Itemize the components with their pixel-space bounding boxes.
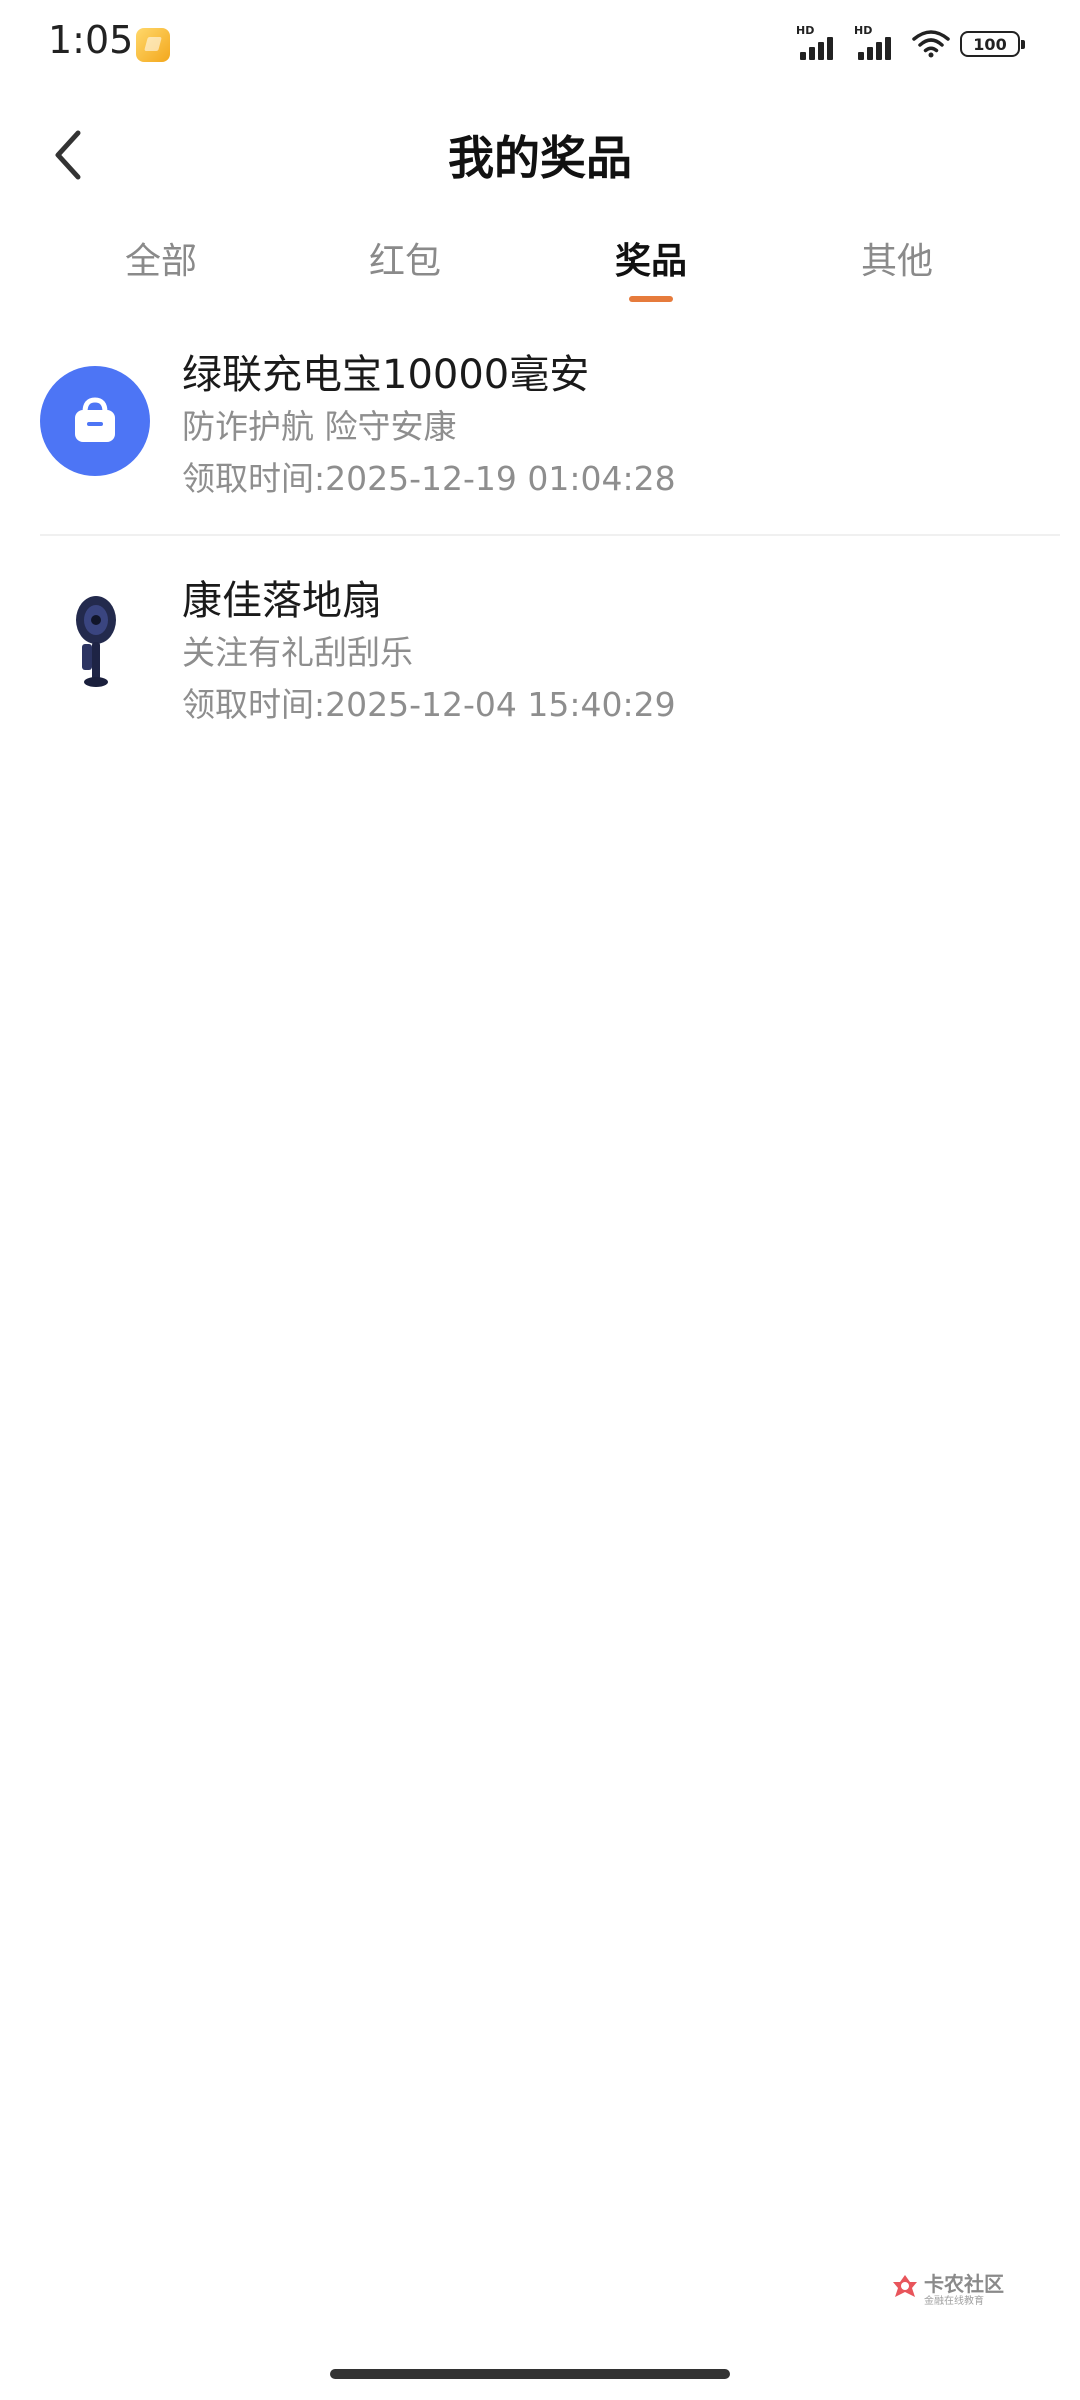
floor-fan-icon [40,590,150,700]
note-icon [136,28,170,62]
tab-other[interactable]: 其他 [797,232,997,284]
status-icons: HD HD 100 [796,24,1025,60]
tab-red-packet[interactable]: 红包 [305,232,505,284]
prize-name: 绿联充电宝10000毫安 [182,352,590,398]
list-item[interactable]: 绿联充电宝10000毫安 防诈护航 险守安康 领取时间:2025-12-19 0… [0,330,1080,550]
prize-claim-time: 领取时间:2025-12-19 01:04:28 [182,459,676,498]
home-indicator[interactable] [330,2369,730,2379]
watermark: 卡农社区 金融在线教育 [890,2268,1020,2310]
status-time: 1:05 [48,18,134,62]
page-title: 我的奖品 [448,131,632,185]
signal-hd-label: HD [854,24,873,37]
divider [40,534,1060,536]
tab-all[interactable]: 全部 [61,232,261,284]
battery-icon: 100 [960,31,1025,57]
wifi-icon [912,30,950,58]
prize-claim-time: 领取时间:2025-12-04 15:40:29 [182,685,676,724]
signal-hd-label: HD [796,24,815,37]
watermark-logo-icon [893,2275,917,2297]
prize-description: 关注有礼刮刮乐 [182,633,413,672]
tab-prizes[interactable]: 奖品 [551,232,751,284]
signal-icon: HD [796,24,844,60]
prize-description: 防诈护航 险守安康 [182,407,457,446]
status-bar: 1:05 HD HD 100 [0,0,1080,90]
shopping-bag-icon [40,366,150,476]
header: 我的奖品 [0,110,1080,200]
tab-bar: 全部 红包 奖品 其他 [0,222,1080,312]
watermark-subtitle: 金融在线教育 [924,2296,984,2307]
signal-icon: HD [854,24,902,60]
list-item[interactable]: 康佳落地扇 关注有礼刮刮乐 领取时间:2025-12-04 15:40:29 [0,556,1080,776]
prize-name: 康佳落地扇 [182,578,382,624]
active-tab-indicator [629,296,673,302]
battery-level: 100 [973,34,1007,54]
